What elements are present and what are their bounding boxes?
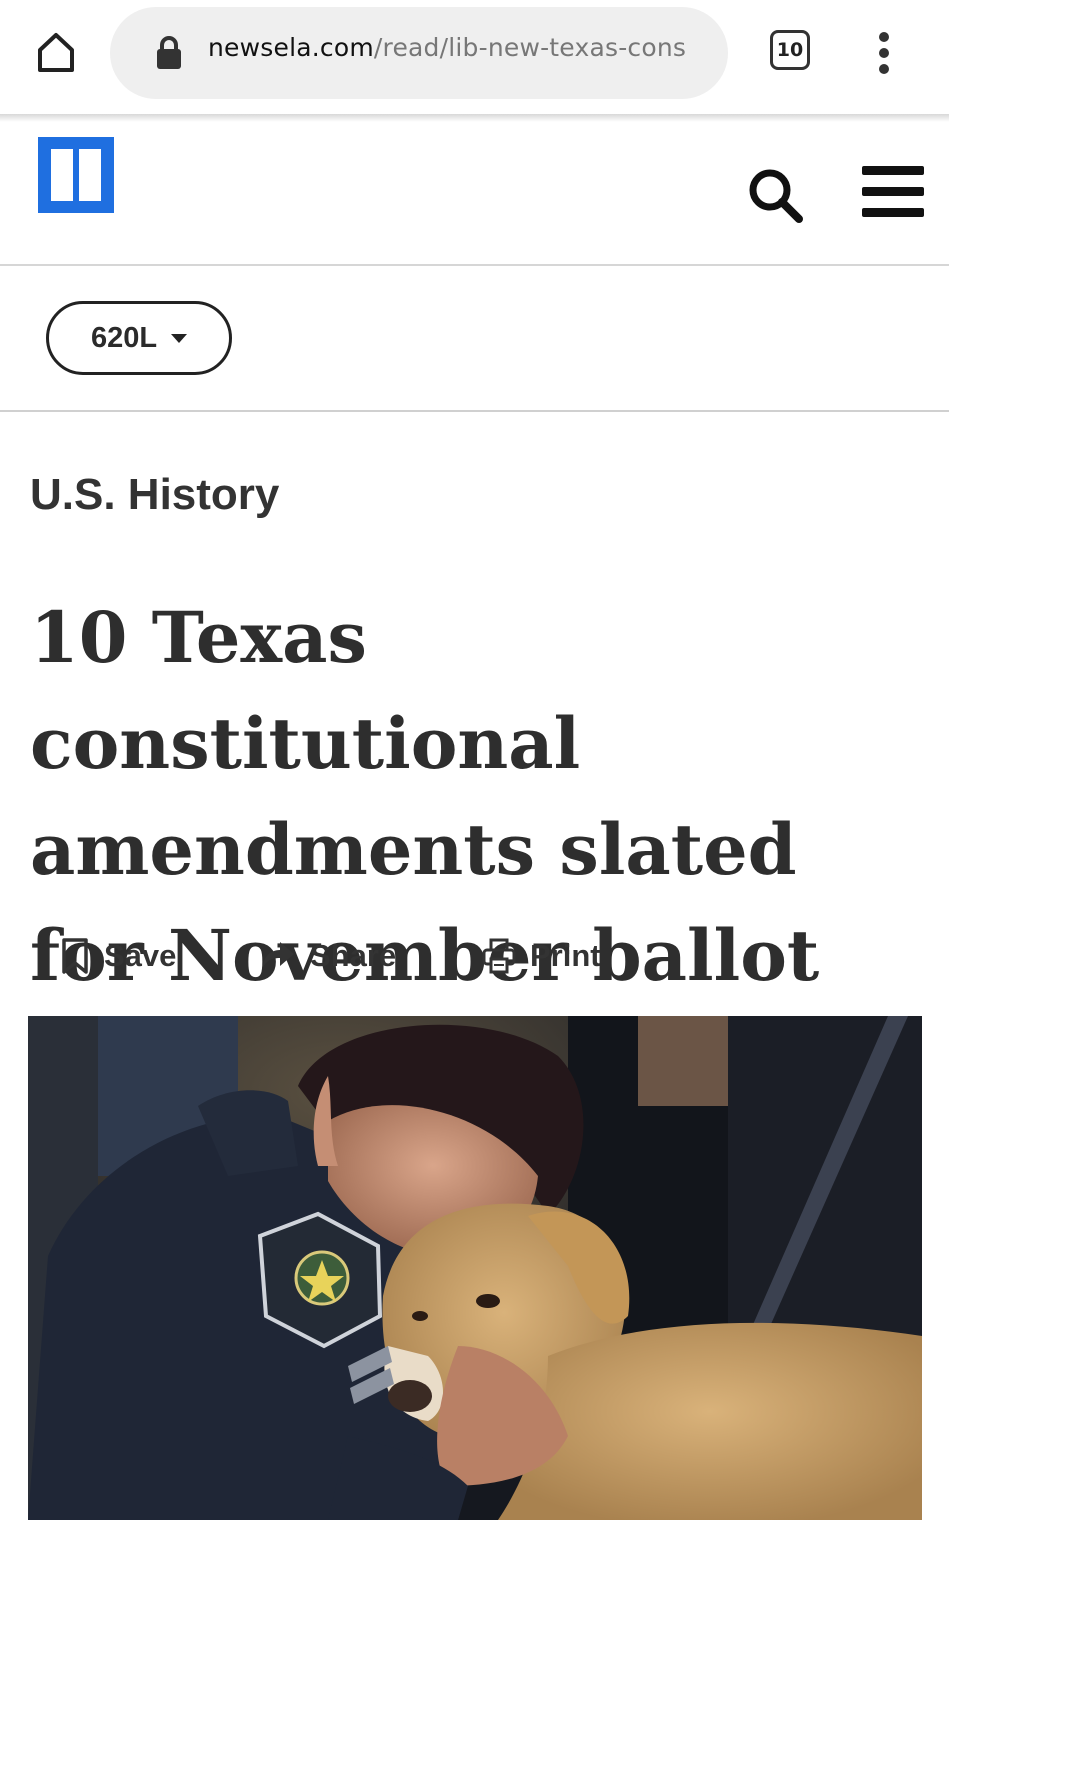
hamburger-line (862, 208, 924, 217)
article-hero-image (28, 1016, 922, 1520)
browser-toolbar: newsela.com/read/lib-new-texas-cons 10 (0, 0, 949, 118)
logo-bar-left (51, 149, 73, 201)
article-actions: Save Share Print (60, 930, 760, 982)
bookmark-icon (62, 938, 88, 974)
logo-bar-right (79, 149, 101, 201)
print-label: Print (530, 938, 601, 973)
tab-switcher-button[interactable]: 10 (770, 30, 810, 70)
share-label: Share (310, 938, 397, 973)
hamburger-line (862, 166, 924, 175)
officer-with-dog-photo (28, 1016, 922, 1520)
lock-icon (157, 36, 181, 69)
article-category[interactable]: U.S. History (30, 470, 279, 520)
toolbar-shadow (0, 114, 949, 122)
url-host: newsela.com (208, 33, 374, 62)
share-arrow-icon (262, 942, 294, 970)
share-button[interactable]: Share (260, 930, 396, 982)
hamburger-line (862, 187, 924, 196)
search-icon[interactable] (746, 166, 804, 224)
newsela-logo[interactable] (38, 137, 114, 213)
reading-level-bar: 620L (0, 264, 949, 412)
reading-level-dropdown[interactable]: 620L (46, 301, 232, 375)
print-button[interactable]: Print (482, 930, 601, 982)
home-icon (38, 33, 74, 72)
printer-icon (482, 938, 516, 974)
more-vert-icon[interactable] (868, 30, 900, 76)
save-label: Save (104, 938, 177, 973)
address-bar[interactable]: newsela.com/read/lib-new-texas-cons (110, 7, 728, 99)
url-text: newsela.com/read/lib-new-texas-cons (208, 33, 708, 62)
caret-down-icon (171, 333, 188, 343)
home-button[interactable] (28, 22, 84, 82)
url-path: /read/lib-new-texas-cons (373, 33, 687, 62)
reading-level-value: 620L (90, 321, 158, 354)
save-button[interactable]: Save (60, 930, 176, 982)
site-header (0, 122, 949, 266)
hamburger-menu-icon[interactable] (862, 166, 924, 218)
